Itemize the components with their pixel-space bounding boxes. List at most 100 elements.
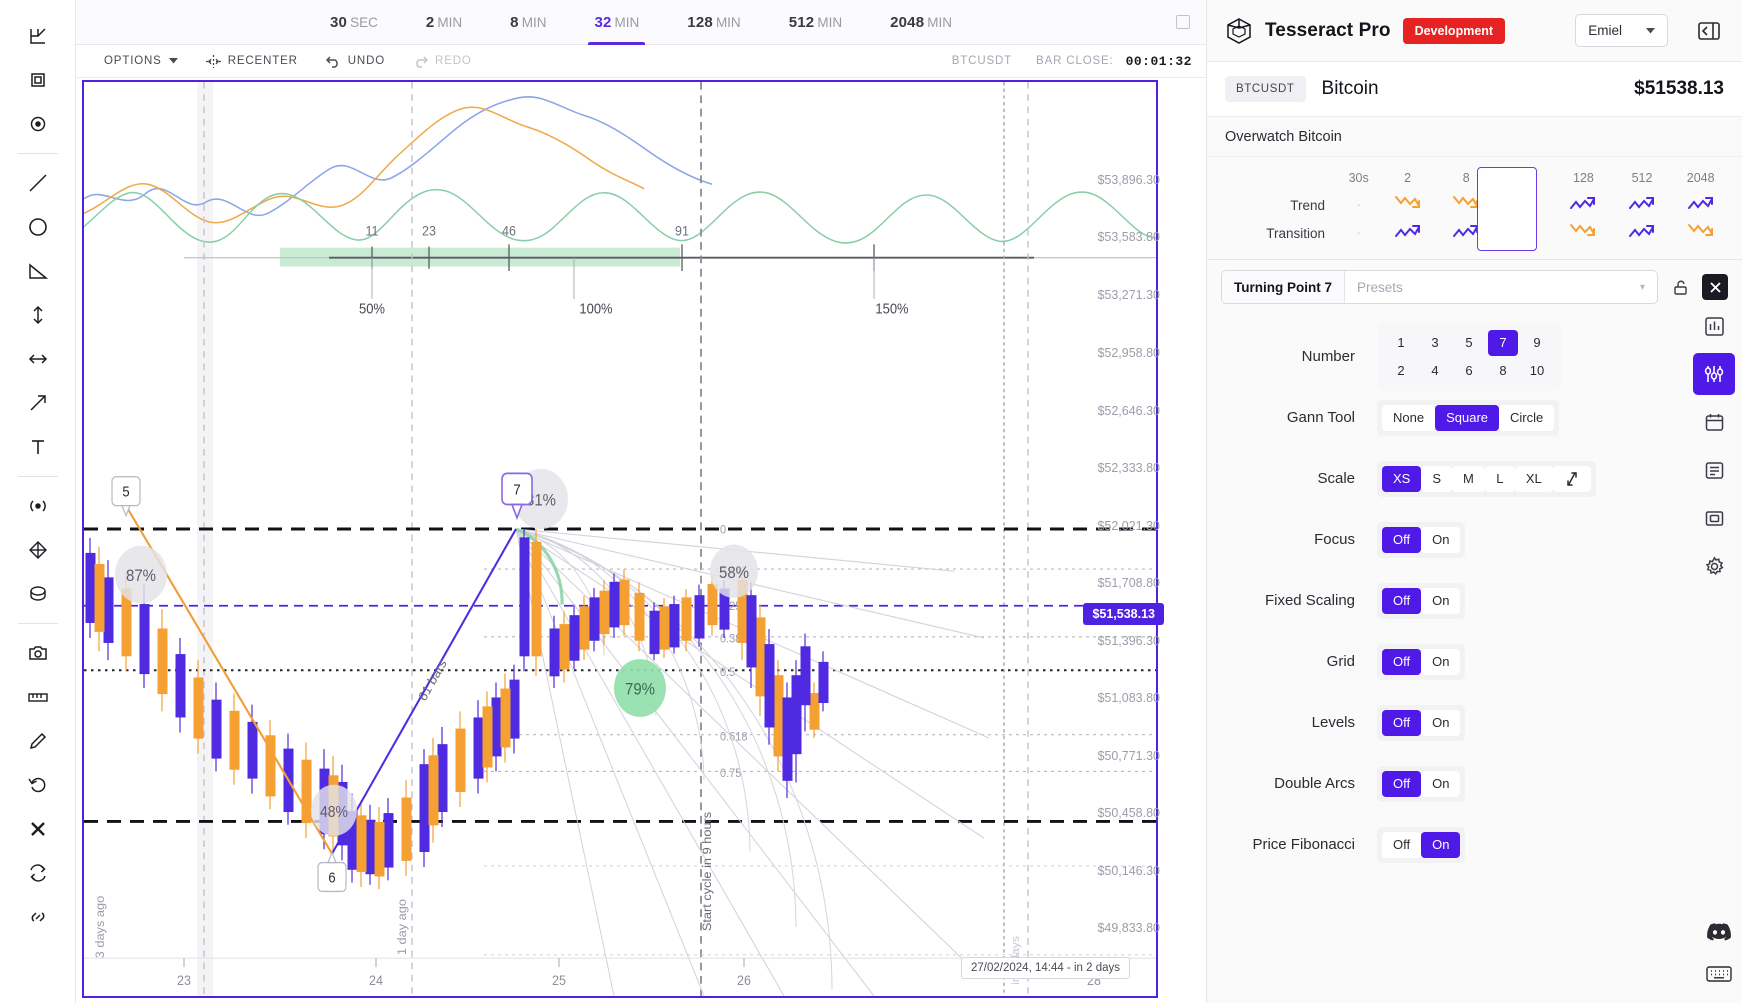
number-option-2[interactable]: 2	[1386, 358, 1416, 384]
overwatch-col-2048[interactable]: 2048	[1671, 165, 1730, 191]
price-fibonacci-option-off[interactable]: Off	[1382, 831, 1422, 858]
number-option-3[interactable]: 3	[1420, 330, 1450, 356]
number-option-5[interactable]: 5	[1454, 330, 1484, 356]
focus-option-on[interactable]: On	[1421, 526, 1461, 553]
horizontal-arrow-icon[interactable]	[15, 337, 61, 381]
preset-selector[interactable]: Turning Point 7 Presets ▾	[1221, 270, 1658, 304]
arrow-up-right-icon[interactable]	[15, 381, 61, 425]
scale-option-xs[interactable]: XS	[1382, 465, 1422, 492]
setting-row-fixed-scaling: Fixed Scaling Off On	[1207, 570, 1742, 631]
tab-timeframe-128min[interactable]: 128 MIN	[663, 0, 764, 45]
close-delete-icon[interactable]	[15, 807, 61, 851]
recenter-icon	[205, 54, 221, 68]
focus-option-off[interactable]: Off	[1382, 526, 1422, 553]
layers-stack-icon[interactable]	[15, 572, 61, 616]
circle-shape-icon[interactable]	[15, 205, 61, 249]
scale-option-m[interactable]: M	[1452, 465, 1485, 492]
number-option-9[interactable]: 9	[1522, 330, 1552, 356]
pencil-draw-icon[interactable]	[15, 719, 61, 763]
maximize-chart-button[interactable]	[1176, 15, 1190, 29]
double-arcs-option-off[interactable]: Off	[1382, 770, 1422, 797]
chevron-down-icon[interactable]: ▾	[1640, 282, 1657, 293]
overwatch-col-2[interactable]: 2	[1378, 165, 1437, 191]
keyboard-shortcuts-icon[interactable]	[1703, 959, 1735, 989]
scale-option-s[interactable]: S	[1421, 465, 1453, 492]
tab-timeframe-512min[interactable]: 512 MIN	[765, 0, 866, 45]
unlock-icon[interactable]	[1667, 274, 1693, 300]
setting-label: Double Arcs	[1274, 775, 1355, 792]
gann-option-none[interactable]: None	[1382, 404, 1436, 431]
overwatch-col-30s[interactable]: 30s	[1339, 165, 1378, 191]
options-menu-button[interactable]: OPTIONS	[90, 45, 192, 78]
calendar-icon[interactable]	[1693, 401, 1735, 443]
tab-timeframe-2min[interactable]: 2 MIN	[402, 0, 486, 45]
chart-frame[interactable]: 11 23 46 91 50% 100% 150% 0 0.25 0.382 0…	[82, 80, 1158, 998]
fixed-scaling-option-on[interactable]: On	[1421, 587, 1461, 614]
trend-line-icon[interactable]	[15, 161, 61, 205]
chart-bars-icon[interactable]	[1693, 305, 1735, 347]
number-option-4[interactable]: 4	[1420, 358, 1450, 384]
sync-refresh-icon[interactable]	[15, 851, 61, 895]
redo-button[interactable]: REDO	[399, 45, 486, 78]
preset-placeholder[interactable]: Presets	[1345, 271, 1640, 303]
number-option-1[interactable]: 1	[1386, 330, 1416, 356]
undo-rotate-icon[interactable]	[15, 763, 61, 807]
gear-settings-icon[interactable]	[1693, 545, 1735, 587]
user-menu-button[interactable]: Emiel	[1575, 14, 1668, 47]
trend-cell-30s: ·	[1356, 196, 1362, 213]
overwatch-col-512[interactable]: 512	[1613, 165, 1672, 191]
number-option-6[interactable]: 6	[1454, 358, 1484, 384]
overwatch-col-32[interactable]: 32	[1496, 165, 1555, 191]
fixed-scaling-option-off[interactable]: Off	[1382, 587, 1422, 614]
scale-option-xl[interactable]: XL	[1514, 465, 1553, 492]
collapse-panel-button[interactable]	[1694, 16, 1724, 46]
tab-timeframe-8min[interactable]: 8 MIN	[486, 0, 570, 45]
tab-timeframe-32min[interactable]: 32 MIN	[570, 0, 663, 45]
symbol-ticker-tag[interactable]: BTCUSDT	[1225, 76, 1306, 102]
text-tool-icon[interactable]	[15, 425, 61, 469]
discord-icon[interactable]	[1703, 917, 1735, 947]
chart-column: 30 SEC 2 MIN 8 MIN 32 MIN 128 MIN 512 MIN 2048…	[76, 0, 1206, 1003]
overwatch-col-8[interactable]: 8	[1437, 165, 1496, 191]
double-arcs-option-on[interactable]: On	[1421, 770, 1461, 797]
trend-cell-128	[1554, 191, 1613, 219]
link-chain-icon[interactable]	[15, 895, 61, 939]
tab-timeframe-30sec[interactable]: 30 SEC	[306, 0, 402, 45]
levels-option-on[interactable]: On	[1421, 709, 1461, 736]
wave-signal-icon[interactable]	[15, 484, 61, 528]
chart-canvas-area[interactable]: 11 23 46 91 50% 100% 150% 0 0.25 0.382 0…	[76, 78, 1206, 1003]
magnet-snap-icon[interactable]	[15, 58, 61, 102]
svg-text:24: 24	[369, 972, 383, 988]
levels-option-off[interactable]: Off	[1382, 709, 1422, 736]
measure-ruler-icon[interactable]	[15, 675, 61, 719]
camera-snapshot-icon[interactable]	[15, 631, 61, 675]
crosshair-pointer-icon[interactable]	[15, 14, 61, 58]
location-pin-icon[interactable]	[15, 102, 61, 146]
gann-option-circle[interactable]: Circle	[1499, 404, 1555, 431]
number-option-8[interactable]: 8	[1488, 358, 1518, 384]
list-settings-icon[interactable]	[1693, 449, 1735, 491]
recenter-button[interactable]: RECENTER	[192, 45, 312, 78]
resize-diagonal-icon[interactable]	[1552, 465, 1591, 492]
gann-option-square[interactable]: Square	[1435, 404, 1499, 431]
scale-option-l[interactable]: L	[1484, 465, 1515, 492]
overwatch-grid: 30s 2 8 32 128 512 2048 Trend · Transiti…	[1207, 157, 1742, 260]
vertical-arrow-icon[interactable]	[15, 293, 61, 337]
svg-text:7: 7	[513, 482, 521, 499]
overwatch-col-128[interactable]: 128	[1554, 165, 1613, 191]
number-option-10[interactable]: 10	[1522, 358, 1552, 384]
svg-text:23: 23	[422, 223, 436, 239]
frame-select-icon[interactable]	[1693, 497, 1735, 539]
triangle-angle-icon[interactable]	[15, 249, 61, 293]
environment-badge[interactable]: Development	[1402, 17, 1506, 44]
tab-timeframe-2048min[interactable]: 2048 MIN	[866, 0, 976, 45]
grid-option-off[interactable]: Off	[1382, 648, 1422, 675]
setting-row-focus: Focus Off On	[1207, 509, 1742, 570]
price-fibonacci-option-on[interactable]: On	[1421, 831, 1461, 858]
undo-button[interactable]: UNDO	[312, 45, 399, 78]
close-x-icon[interactable]	[1702, 274, 1728, 300]
cycles-waves-icon[interactable]	[1693, 353, 1735, 395]
cube-grid-icon[interactable]	[15, 528, 61, 572]
grid-option-on[interactable]: On	[1421, 648, 1461, 675]
number-option-7[interactable]: 7	[1488, 329, 1518, 356]
